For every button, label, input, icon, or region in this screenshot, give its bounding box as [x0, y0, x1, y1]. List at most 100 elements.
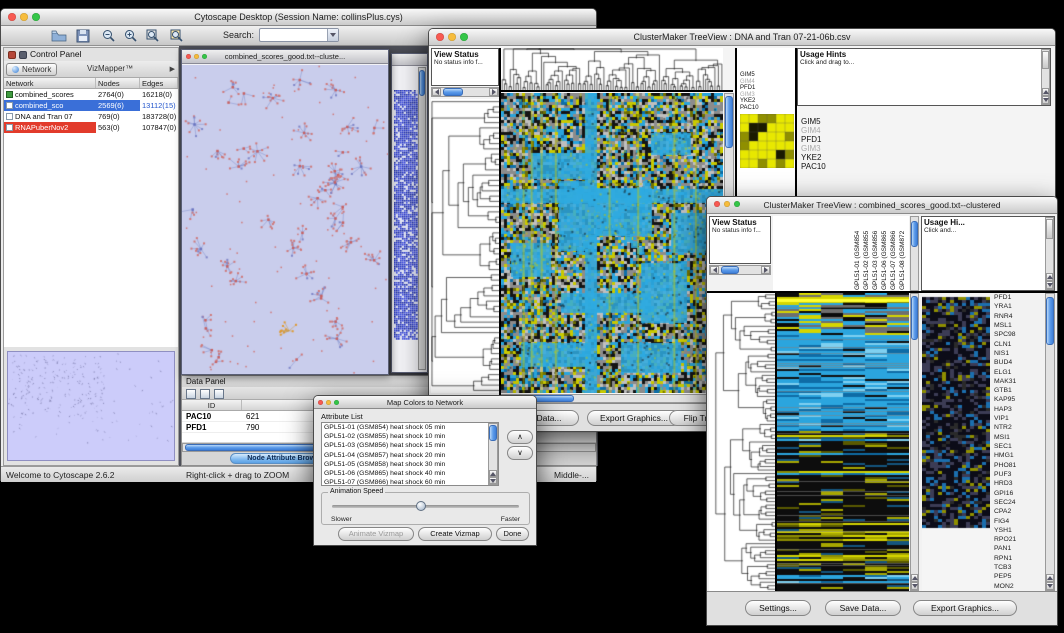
scroll-down-icon[interactable]	[1046, 582, 1054, 590]
gene-label[interactable]: KAP95	[994, 395, 1044, 404]
scroll-up-icon[interactable]	[911, 574, 918, 582]
gene-label[interactable]: PAN1	[994, 544, 1044, 553]
float-panel-icon[interactable]	[8, 51, 16, 59]
gene-label[interactable]: HMG1	[994, 451, 1044, 460]
scroll-right-icon[interactable]	[761, 266, 770, 274]
close-button[interactable]	[714, 201, 720, 207]
zoom-selected-icon[interactable]	[169, 28, 185, 44]
scrollbar-thumb[interactable]	[1046, 297, 1054, 345]
export-graphics-button[interactable]: Export Graphics...	[913, 600, 1017, 616]
zoom-in-icon[interactable]	[123, 28, 139, 44]
gene-label[interactable]: NIS1	[994, 349, 1044, 358]
gene-label[interactable]: SEC24	[994, 498, 1044, 507]
speed-slider-thumb[interactable]	[416, 501, 426, 511]
search-input[interactable]	[259, 28, 339, 42]
attribute-list-vscrollbar[interactable]	[488, 423, 498, 485]
attribute-item[interactable]: GPL51-04 (GSM857) heat shock 20 min	[322, 451, 498, 460]
gene-label[interactable]: SPC98	[994, 330, 1044, 339]
gene-label[interactable]: PUF3	[994, 470, 1044, 479]
scroll-down-icon[interactable]	[489, 477, 497, 484]
save-data-button[interactable]: Save Data...	[825, 600, 901, 616]
scrollbar-thumb[interactable]	[721, 266, 739, 274]
array-dendrogram[interactable]	[501, 48, 723, 90]
gene-label[interactable]: MAK31	[994, 377, 1044, 386]
scrollbar-thumb[interactable]	[443, 88, 463, 96]
gene-label[interactable]: PEP5	[994, 572, 1044, 581]
gene-label[interactable]: RPO21	[994, 535, 1044, 544]
move-down-button[interactable]: ∨	[507, 446, 533, 460]
usage-vscrollbar[interactable]	[1041, 49, 1050, 105]
gene-label[interactable]: GPI16	[994, 489, 1044, 498]
select-attributes-icon[interactable]	[186, 389, 196, 399]
network-view-titlebar[interactable]: combined_scores_good.txt--cluste...	[182, 50, 388, 64]
close-panel-icon[interactable]	[19, 51, 27, 59]
main-titlebar[interactable]: Cytoscape Desktop (Session Name: collins…	[1, 9, 596, 26]
gene-label[interactable]: HRD3	[994, 479, 1044, 488]
column-edges[interactable]: Edges	[140, 78, 178, 88]
scroll-up-icon[interactable]	[1042, 88, 1049, 96]
scroll-left-icon[interactable]	[432, 88, 441, 96]
network-2-vscrollbar[interactable]	[418, 67, 426, 370]
gene-label[interactable]: YSH1	[994, 526, 1044, 535]
gene-label[interactable]: PHO81	[994, 461, 1044, 470]
scroll-right-icon[interactable]	[489, 88, 498, 96]
zoom-button[interactable]	[460, 33, 468, 41]
gene-label[interactable]: ELG1	[994, 368, 1044, 377]
summary-matrix[interactable]	[740, 114, 794, 168]
zoom-button[interactable]	[734, 201, 740, 207]
done-button[interactable]: Done	[496, 527, 529, 541]
gene-label[interactable]: TCB3	[994, 563, 1044, 572]
treeview-combined-titlebar[interactable]: ClusterMaker TreeView : combined_scores_…	[707, 197, 1057, 214]
settings-button[interactable]: Settings...	[745, 600, 811, 616]
delete-attribute-icon[interactable]	[214, 389, 224, 399]
gene-label[interactable]: GTB1	[994, 386, 1044, 395]
scroll-down-icon[interactable]	[1042, 96, 1049, 104]
dialog-titlebar[interactable]: Map Colors to Network	[314, 396, 536, 409]
gene-label[interactable]: FIG4	[994, 517, 1044, 526]
close-button[interactable]	[436, 33, 444, 41]
heatmap-detail[interactable]	[922, 293, 990, 591]
attribute-item[interactable]: GPL51-06 (GSM865) heat shock 40 min	[322, 469, 498, 478]
tab-network[interactable]: Network	[6, 63, 57, 76]
minimize-button[interactable]	[20, 13, 28, 21]
heatmap-vscrollbar[interactable]	[910, 293, 919, 591]
gene-label[interactable]: YRA1	[994, 302, 1044, 311]
save-session-icon[interactable]	[75, 28, 91, 44]
attribute-item[interactable]: GPL51-07 (GSM866) heat shock 60 min	[322, 478, 498, 486]
minimize-button[interactable]	[448, 33, 456, 41]
zoom-fit-icon[interactable]	[145, 28, 161, 44]
gene-label[interactable]: CLN1	[994, 340, 1044, 349]
attribute-item[interactable]: GPL51-02 (GSM855) heat shock 10 min	[322, 432, 498, 441]
gene-label[interactable]: RNR4	[994, 312, 1044, 321]
network-row[interactable]: combined_scores 2764(0) 16218(0)	[4, 89, 178, 100]
gene-label[interactable]: VIP1	[994, 414, 1044, 423]
scrollbar-thumb[interactable]	[911, 221, 918, 247]
attribute-item[interactable]: GPL51-03 (GSM856) heat shock 15 min	[322, 441, 498, 450]
treeview-dna-titlebar[interactable]: ClusterMaker TreeView : DNA and Tran 07-…	[429, 29, 1055, 46]
gene-label[interactable]: RPN1	[994, 554, 1044, 563]
minimize-button[interactable]	[724, 201, 730, 207]
scroll-up-icon[interactable]	[489, 470, 497, 477]
gene-dendrogram[interactable]	[709, 293, 775, 591]
network-canvas-2[interactable]	[394, 90, 420, 340]
minimize-button[interactable]	[326, 400, 331, 405]
minimize-button[interactable]	[194, 54, 199, 59]
gene-label[interactable]: BUD4	[994, 358, 1044, 367]
close-button[interactable]	[8, 13, 16, 21]
network-canvas[interactable]	[182, 65, 388, 374]
scroll-up-icon[interactable]	[1046, 273, 1053, 281]
move-up-button[interactable]: ∧	[507, 430, 533, 444]
column-label-vscrollbar[interactable]	[910, 216, 919, 291]
heatmap-dna[interactable]	[501, 93, 723, 393]
scrollbar-thumb[interactable]	[911, 296, 918, 340]
scrollbar-thumb[interactable]	[489, 425, 497, 441]
network-view-2-titlebar[interactable]	[392, 54, 427, 66]
tab-overflow-button[interactable]: ▶	[170, 65, 175, 73]
tab-vizmapper[interactable]: VizMapper™	[82, 63, 138, 76]
scrollbar-thumb[interactable]	[419, 70, 425, 96]
zoom-out-icon[interactable]	[101, 28, 117, 44]
gene-label[interactable]: PFD1	[994, 293, 1044, 302]
scroll-down-icon[interactable]	[911, 582, 918, 590]
zoom-button[interactable]	[32, 13, 40, 21]
column-nodes[interactable]: Nodes	[96, 78, 140, 88]
